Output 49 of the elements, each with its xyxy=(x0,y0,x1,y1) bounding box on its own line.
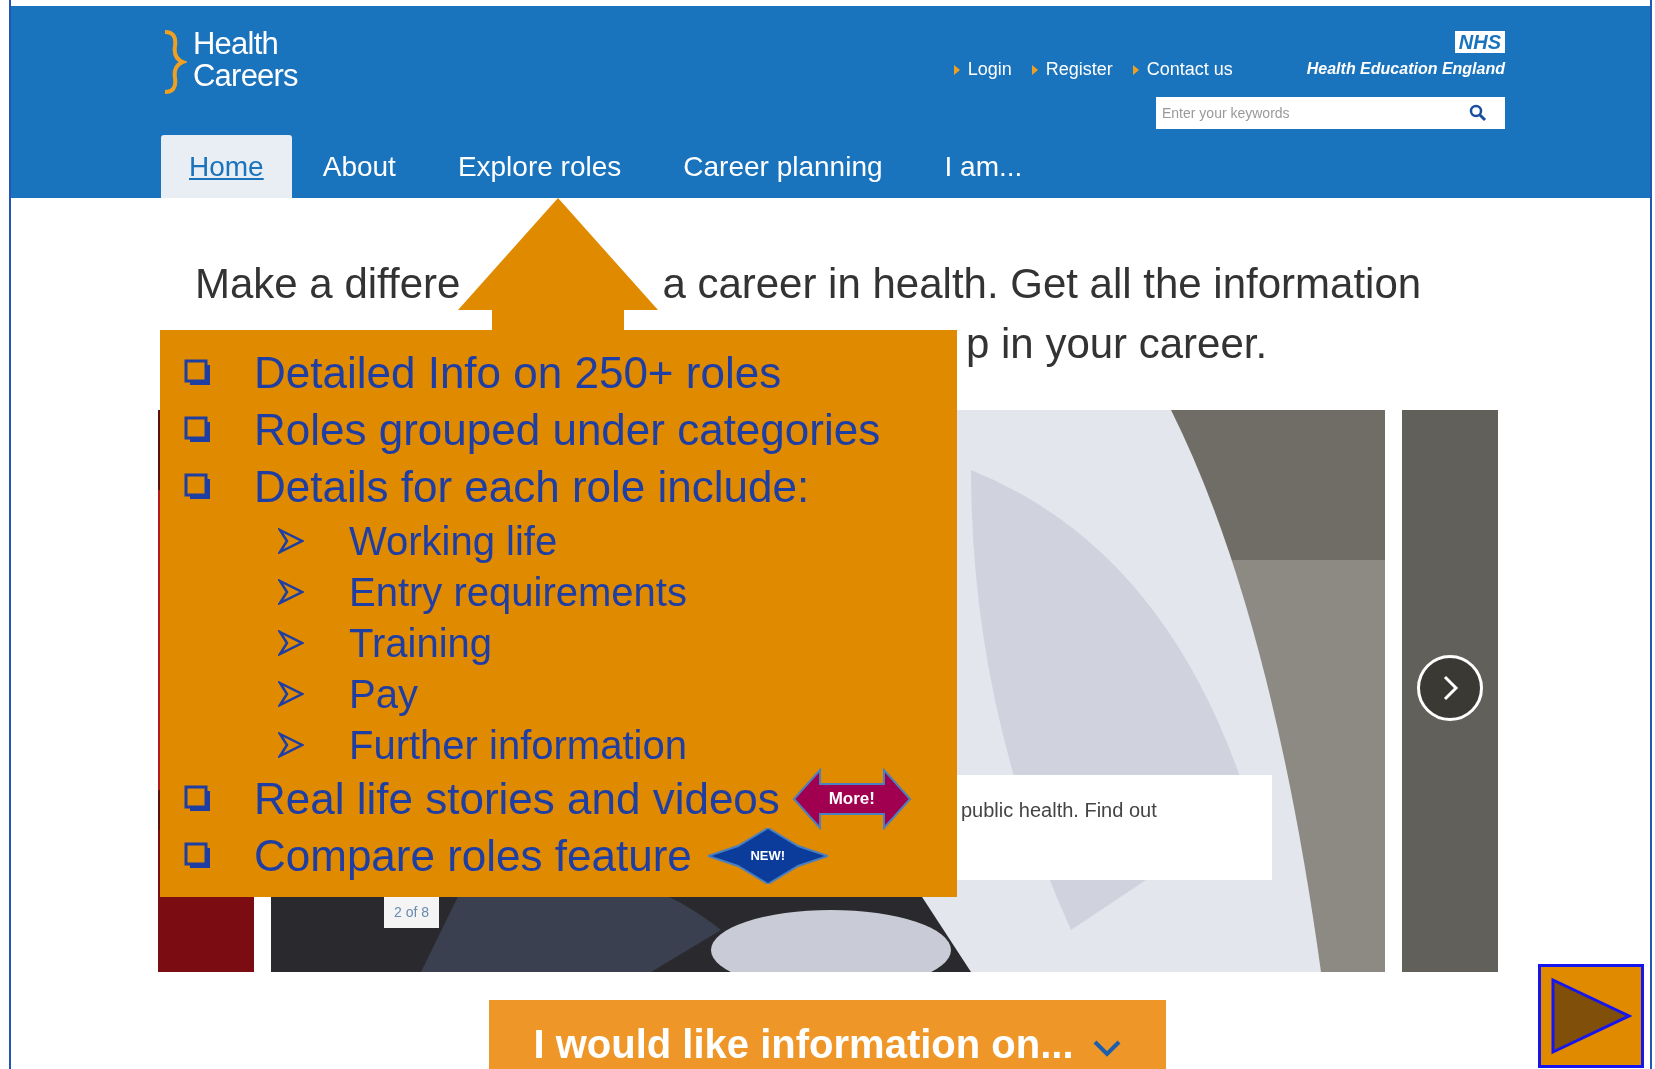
callout-sub-item: Further information xyxy=(349,724,687,765)
new-burst-badge: NEW! xyxy=(707,827,828,884)
callout-item: Real life stories and videos xyxy=(254,776,780,821)
header-link[interactable]: Login xyxy=(953,56,1012,83)
square-bullet-icon xyxy=(184,358,212,387)
nav-tab[interactable]: Explore roles xyxy=(426,135,653,198)
arrow-bullet-icon xyxy=(278,731,304,758)
arrow-bullet-icon xyxy=(278,527,304,554)
callout-sub-item: Training xyxy=(349,622,493,663)
play-button[interactable] xyxy=(1538,964,1644,1068)
search-field[interactable]: Enter your keywords xyxy=(1156,97,1505,129)
arrow-bullet-icon xyxy=(278,629,304,656)
caption-text: public health. Find out xyxy=(961,799,1157,821)
callout-item: Roles grouped under categories xyxy=(254,407,881,452)
chevron-right-icon xyxy=(1441,674,1459,702)
callout-sub-item: Entry requirements xyxy=(349,571,687,612)
nav-tab[interactable]: About xyxy=(291,135,427,198)
callout-sub-item: Pay xyxy=(349,673,418,714)
logo-text: Careers xyxy=(193,60,298,92)
square-bullet-icon xyxy=(184,841,212,870)
square-bullet-icon xyxy=(184,415,212,444)
nav-tab[interactable]: Home xyxy=(161,135,292,198)
search-icon xyxy=(1469,104,1487,122)
square-bullet-icon xyxy=(184,784,212,813)
arrow-bullet-icon xyxy=(278,680,304,707)
arrow-bullet-icon xyxy=(278,578,304,605)
slide-counter: 2 of 8 xyxy=(384,896,440,928)
tagline-text: Make a differe xyxy=(195,259,461,309)
callout-item: Detailed Info on 250+ roles xyxy=(254,350,782,395)
callout-sub-item: Working life xyxy=(349,520,558,561)
caret-icon xyxy=(1031,64,1038,75)
org-name: Health Education England xyxy=(1306,58,1505,79)
nav-tab[interactable]: I am... xyxy=(913,135,1054,198)
callout-item: Compare roles feature xyxy=(254,833,692,878)
header-link[interactable]: Contact us xyxy=(1132,56,1233,83)
caret-icon xyxy=(1132,64,1139,75)
nav-tab[interactable]: Career planning xyxy=(652,135,914,198)
play-icon xyxy=(1550,977,1632,1055)
site-logo[interactable]: Health Careers xyxy=(161,28,298,100)
chevron-down-icon xyxy=(1091,1038,1122,1058)
callout-item: Details for each role include: xyxy=(254,464,810,509)
caret-icon xyxy=(953,64,960,75)
nhs-badge: NHS xyxy=(1454,30,1505,53)
header-link[interactable]: Register xyxy=(1031,56,1113,83)
square-bullet-icon xyxy=(184,472,212,501)
tagline-text: a career in health. Get all the information xyxy=(662,259,1422,309)
tagline-text: p in your career. xyxy=(966,319,1268,369)
logo-text: Health xyxy=(193,28,279,60)
more-arrow-badge: More! xyxy=(791,767,912,830)
